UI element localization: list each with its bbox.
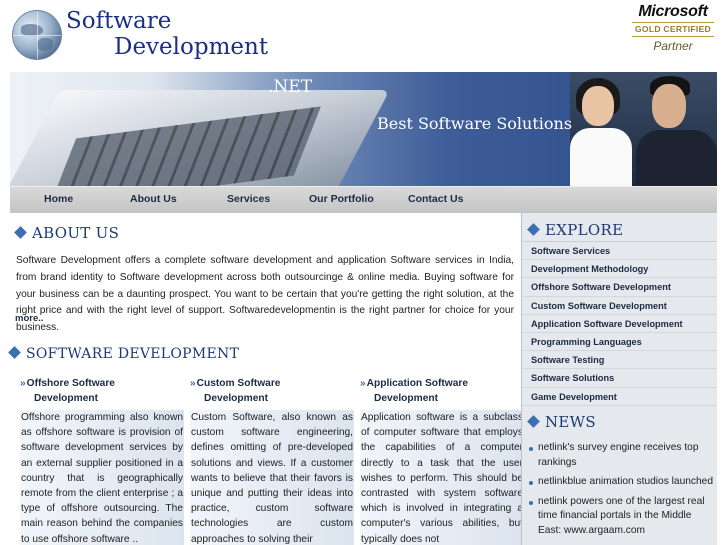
bullet-icon bbox=[529, 500, 533, 505]
partner-level: GOLD CERTIFIED bbox=[632, 21, 714, 37]
service-column-custom: » Custom Software Development Custom Softw… bbox=[190, 376, 354, 545]
nav-contact-us[interactable]: Contact Us bbox=[408, 187, 463, 213]
explore-link[interactable]: Programming Languages bbox=[522, 333, 717, 352]
news-item[interactable]: netlink's survey engine receives top ran… bbox=[528, 441, 714, 470]
news-item[interactable]: netlink powers one of the largest real t… bbox=[528, 495, 714, 539]
hero-banner: .NET Best Software Solutions bbox=[10, 72, 717, 186]
explore-heading-text: EXPLORE bbox=[545, 221, 624, 239]
banner-tagline: Best Software Solutions bbox=[377, 114, 573, 133]
about-heading-text: ABOUT US bbox=[32, 224, 120, 242]
news-item[interactable]: netlinkblue animation studios launched bbox=[528, 475, 714, 490]
news-list: netlink's survey engine receives top ran… bbox=[528, 441, 714, 544]
service-column-application: » Application Software Development Applica… bbox=[360, 376, 524, 545]
about-text: Software Development offers a complete s… bbox=[16, 255, 514, 334]
main-content: ABOUT US Software Development offers a c… bbox=[8, 213, 524, 545]
diamond-icon bbox=[527, 415, 540, 428]
explore-heading: EXPLORE bbox=[527, 221, 624, 239]
explore-link[interactable]: Custom Software Development bbox=[522, 297, 717, 315]
sidebar: EXPLORE Software Services Development Me… bbox=[521, 213, 717, 545]
explore-link[interactable]: Game Development bbox=[522, 388, 717, 406]
double-chevron-icon: » bbox=[190, 378, 196, 389]
news-heading-text: NEWS bbox=[545, 413, 596, 431]
nav-home[interactable]: Home bbox=[44, 187, 73, 213]
bullet-icon bbox=[529, 481, 533, 486]
diamond-icon bbox=[14, 226, 27, 239]
about-heading: ABOUT US bbox=[14, 224, 120, 242]
explore-list: Software Services Development Methodolog… bbox=[522, 241, 717, 406]
diamond-icon bbox=[8, 346, 21, 359]
service-description: Application software is a subclass of co… bbox=[360, 410, 524, 545]
software-development-heading-text: SOFTWARE DEVELOPMENT bbox=[26, 346, 240, 362]
service-description: Offshore programming also known as offsh… bbox=[20, 410, 184, 545]
partner-label: Partner bbox=[653, 38, 693, 53]
logo-text-line1[interactable]: Software bbox=[66, 10, 171, 33]
globe-icon[interactable] bbox=[12, 10, 62, 60]
service-description: Custom Software, also known as custom so… bbox=[190, 410, 354, 545]
service-column-offshore: » Offshore Software Development Offshore p… bbox=[20, 376, 184, 545]
explore-link[interactable]: Development Methodology bbox=[522, 260, 717, 279]
partner-brand: Microsoft bbox=[638, 3, 708, 20]
software-development-heading: SOFTWARE DEVELOPMENT bbox=[8, 346, 240, 362]
double-chevron-icon: » bbox=[360, 378, 366, 389]
site-header: Software Development Microsoft GOLD CERT… bbox=[0, 0, 727, 72]
bullet-icon bbox=[529, 447, 533, 451]
service-title[interactable]: » Application Software Development bbox=[360, 376, 524, 406]
about-more-link[interactable]: more.. bbox=[15, 313, 44, 324]
explore-link[interactable]: Software Testing bbox=[522, 351, 717, 370]
explore-link[interactable]: Offshore Software Development bbox=[522, 278, 717, 297]
service-title[interactable]: » Offshore Software Development bbox=[20, 376, 184, 406]
nav-services[interactable]: Services bbox=[227, 187, 270, 213]
explore-link[interactable]: Software Solutions bbox=[522, 369, 717, 388]
main-nav: Home About Us Services Our Portfolio Con… bbox=[10, 186, 717, 213]
explore-link[interactable]: Software Services bbox=[522, 242, 717, 261]
business-people-image bbox=[570, 72, 717, 186]
service-title[interactable]: » Custom Software Development bbox=[190, 376, 354, 406]
partner-badge: Microsoft GOLD CERTIFIED Partner bbox=[630, 3, 716, 53]
nav-our-portfolio[interactable]: Our Portfolio bbox=[309, 187, 374, 213]
diamond-icon bbox=[527, 223, 540, 236]
banner-domain: .NET bbox=[268, 77, 313, 97]
news-heading: NEWS bbox=[527, 413, 596, 431]
logo-text-line2[interactable]: Development bbox=[114, 36, 268, 59]
double-chevron-icon: » bbox=[20, 378, 26, 389]
nav-about-us[interactable]: About Us bbox=[130, 187, 177, 213]
explore-link[interactable]: Application Software Development bbox=[522, 315, 717, 333]
